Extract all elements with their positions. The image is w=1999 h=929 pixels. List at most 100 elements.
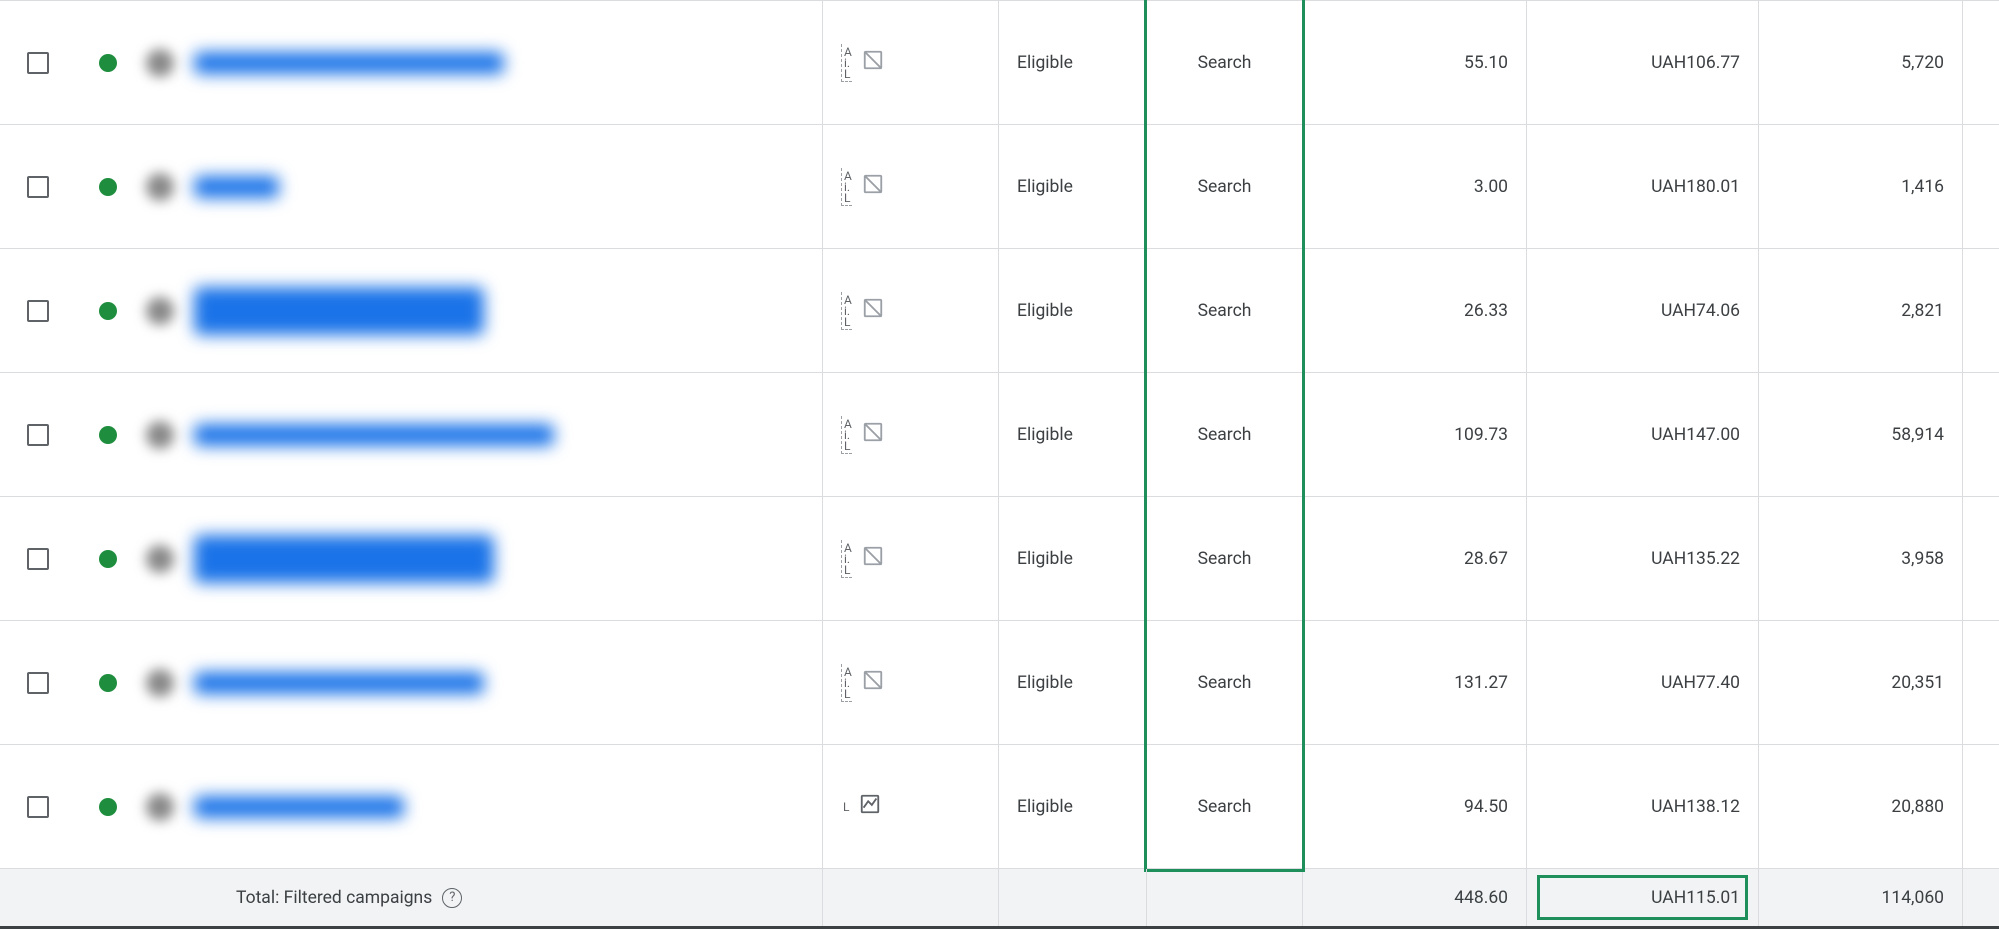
campaign-type-icon — [146, 421, 174, 449]
metric-cell-1: 55.10 — [1302, 1, 1526, 124]
campaign-name-link[interactable] — [194, 287, 484, 335]
table-row: Ai.LEligibleSearch55.10UAH106.775,720 — [0, 1, 1999, 125]
metric-cell-3: 3,958 — [1758, 497, 1962, 620]
tail-cell — [1962, 745, 1999, 868]
campaign-type-cell: Search — [1146, 497, 1302, 620]
status-cell: Eligible — [998, 621, 1146, 744]
recommendations-cell[interactable]: Ai.L — [822, 125, 998, 248]
campaign-type-icon — [146, 173, 174, 201]
metric-cell-1: 28.67 — [1302, 497, 1526, 620]
campaign-type-cell: Search — [1146, 1, 1302, 124]
campaign-name-cell[interactable] — [140, 745, 822, 868]
status-cell: Eligible — [998, 497, 1146, 620]
metric-cell-1: 109.73 — [1302, 373, 1526, 496]
ad-extension-indicator: Ai.L — [841, 292, 852, 330]
metric-cell-3: 20,880 — [1758, 745, 1962, 868]
campaign-name-cell[interactable] — [140, 373, 822, 496]
recommendations-cell[interactable]: Ai.L — [822, 373, 998, 496]
metric-cell-1: 26.33 — [1302, 249, 1526, 372]
campaign-type-cell: Search — [1146, 621, 1302, 744]
tail-cell — [1962, 125, 1999, 248]
row-checkbox[interactable] — [27, 424, 49, 446]
image-off-icon — [862, 173, 884, 200]
row-checkbox[interactable] — [27, 672, 49, 694]
metric-cell-2: UAH77.40 — [1526, 621, 1758, 744]
row-checkbox[interactable] — [27, 548, 49, 570]
tail-cell — [1962, 497, 1999, 620]
status-cell: Eligible — [998, 745, 1146, 868]
metric-cell-2: UAH106.77 — [1526, 1, 1758, 124]
table-row: Ai.L EligibleSearch26.33UAH74.062,821 — [0, 249, 1999, 373]
table-row: Ai.LEligibleSearch131.27UAH77.4020,351 — [0, 621, 1999, 745]
campaign-type-icon — [146, 545, 174, 573]
image-off-icon — [862, 669, 884, 696]
metric-cell-1: 94.50 — [1302, 745, 1526, 868]
metric-cell-2: UAH74.06 — [1526, 249, 1758, 372]
row-checkbox[interactable] — [27, 796, 49, 818]
row-checkbox[interactable] — [27, 52, 49, 74]
metric-cell-3: 2,821 — [1758, 249, 1962, 372]
campaign-name-link[interactable] — [194, 52, 504, 74]
ad-extension-indicator: Ai.L — [841, 168, 852, 206]
help-icon[interactable]: ? — [442, 888, 462, 908]
campaign-type-icon — [146, 49, 174, 77]
image-off-icon — [862, 49, 884, 76]
metric-cell-2: UAH180.01 — [1526, 125, 1758, 248]
tail-cell — [1962, 373, 1999, 496]
table-row: L EligibleSearch94.50UAH138.1220,880 — [0, 745, 1999, 869]
campaign-name-cell[interactable] — [140, 125, 822, 248]
recommendations-cell[interactable]: Ai.L — [822, 621, 998, 744]
status-dot-enabled-icon — [99, 178, 117, 196]
campaign-type-cell: Search — [1146, 125, 1302, 248]
table-row: Ai.LEligibleSearch109.73UAH147.0058,914 — [0, 373, 1999, 497]
row-checkbox[interactable] — [27, 300, 49, 322]
campaign-name-cell[interactable] — [140, 621, 822, 744]
row-checkbox[interactable] — [27, 176, 49, 198]
campaign-type-icon — [146, 297, 174, 325]
campaign-name-link[interactable] — [194, 424, 554, 446]
campaign-type-cell: Search — [1146, 745, 1302, 868]
status-cell: Eligible — [998, 125, 1146, 248]
tail-cell — [1962, 249, 1999, 372]
ad-extension-indicator: Ai.L — [841, 44, 852, 82]
campaign-name-link[interactable] — [194, 796, 404, 818]
campaign-type-icon — [146, 669, 174, 697]
tail-cell — [1962, 621, 1999, 744]
campaign-type-cell: Search — [1146, 249, 1302, 372]
status-dot-enabled-icon — [99, 798, 117, 816]
recommendations-cell[interactable]: L — [822, 745, 998, 868]
recommendations-cell[interactable]: Ai.L — [822, 497, 998, 620]
metric-cell-3: 58,914 — [1758, 373, 1962, 496]
campaign-name-link[interactable] — [194, 535, 494, 583]
image-off-icon — [862, 297, 884, 324]
status-cell: Eligible — [998, 249, 1146, 372]
metric-cell-3: 1,416 — [1758, 125, 1962, 248]
status-dot-enabled-icon — [99, 674, 117, 692]
image-off-icon — [862, 421, 884, 448]
table-row: Ai.LEligibleSearch28.67UAH135.223,958 — [0, 497, 1999, 621]
campaign-type-cell: Search — [1146, 373, 1302, 496]
campaign-name-cell[interactable] — [140, 249, 822, 372]
total-row: Total: Filtered campaigns? 448.60UAH115.0… — [0, 869, 1999, 929]
campaign-name-cell[interactable] — [140, 497, 822, 620]
status-cell: Eligible — [998, 1, 1146, 124]
line-chart-icon — [859, 793, 881, 820]
total-label: Total: Filtered campaigns — [236, 888, 432, 908]
image-off-icon — [862, 545, 884, 572]
status-dot-enabled-icon — [99, 426, 117, 444]
campaign-type-icon — [146, 793, 174, 821]
recommendations-cell[interactable]: Ai.L — [822, 1, 998, 124]
recommendations-cell[interactable]: Ai.L — [822, 249, 998, 372]
status-cell: Eligible — [998, 373, 1146, 496]
ad-extension-indicator: Ai.L — [841, 540, 852, 578]
campaign-name-link[interactable] — [194, 672, 484, 694]
total-metric-2: UAH115.01 — [1526, 869, 1758, 926]
total-metric-1: 448.60 — [1302, 869, 1526, 926]
table-row: Ai.LEligibleSearch3.00UAH180.011,416 — [0, 125, 1999, 249]
campaign-name-cell[interactable] — [140, 1, 822, 124]
campaign-name-link[interactable] — [194, 176, 279, 198]
metric-cell-2: UAH138.12 — [1526, 745, 1758, 868]
ad-extension-indicator: L — [841, 799, 849, 814]
total-metric-3: 114,060 — [1758, 869, 1962, 926]
metric-cell-1: 131.27 — [1302, 621, 1526, 744]
